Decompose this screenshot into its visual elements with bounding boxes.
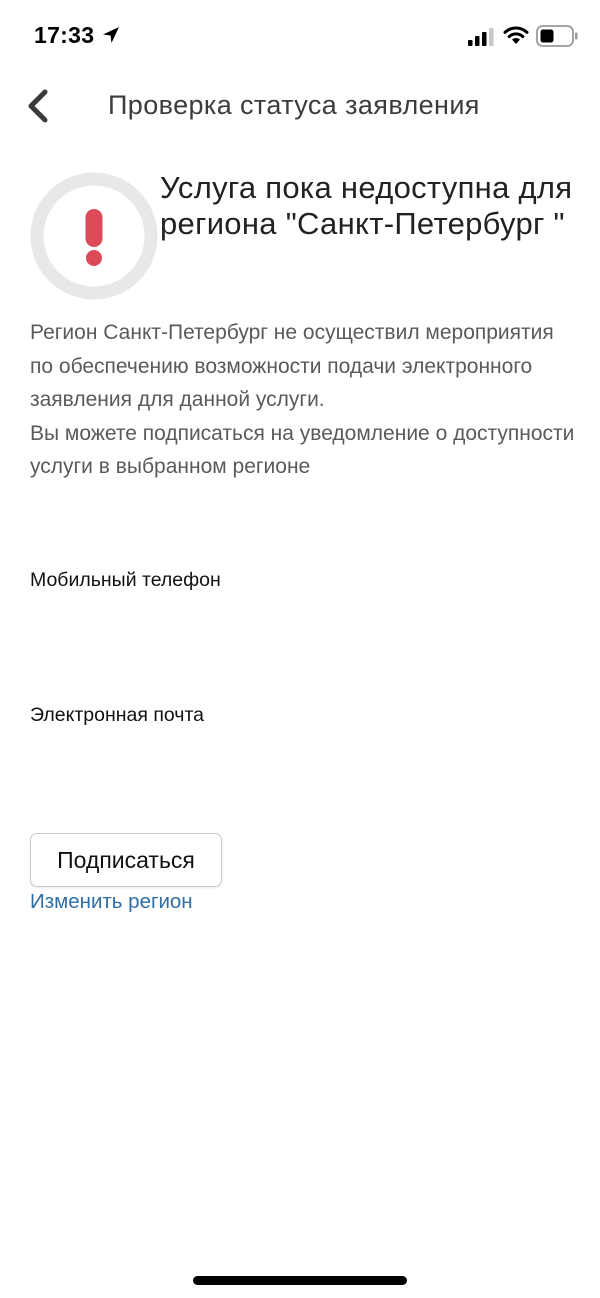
- battery-icon: [536, 25, 578, 47]
- phone-label: Мобильный телефон: [30, 569, 221, 591]
- back-button[interactable]: [18, 84, 58, 128]
- alert-title: Услуга пока недоступна для региона "Санк…: [160, 170, 573, 241]
- status-time: 17:33: [34, 22, 95, 48]
- phone-input[interactable]: [30, 606, 570, 646]
- email-label: Электронная почта: [30, 704, 205, 726]
- chevron-left-icon: [28, 89, 48, 123]
- change-region-link[interactable]: Изменить регион: [30, 890, 193, 914]
- home-indicator[interactable]: [193, 1276, 407, 1285]
- message-paragraph-1: Регион Санкт-Петербург не осуществил мер…: [30, 321, 554, 411]
- unavailable-message: Регион Санкт-Петербург не осуществил мер…: [30, 316, 575, 484]
- subscribe-button[interactable]: Подписаться: [30, 833, 222, 887]
- navigation-header: Проверка статуса заявления: [0, 70, 600, 142]
- wifi-icon: [502, 24, 530, 46]
- location-arrow-icon: [101, 25, 121, 45]
- message-paragraph-2: Вы можете подписаться на уведомление о д…: [30, 421, 575, 479]
- status-bar: 17:33: [0, 0, 600, 70]
- exclamation-icon: [85, 209, 103, 247]
- email-input[interactable]: [30, 741, 570, 781]
- cellular-signal-icon: [468, 28, 494, 46]
- alert-icon: [30, 172, 158, 300]
- page-title: Проверка статуса заявления: [108, 90, 480, 120]
